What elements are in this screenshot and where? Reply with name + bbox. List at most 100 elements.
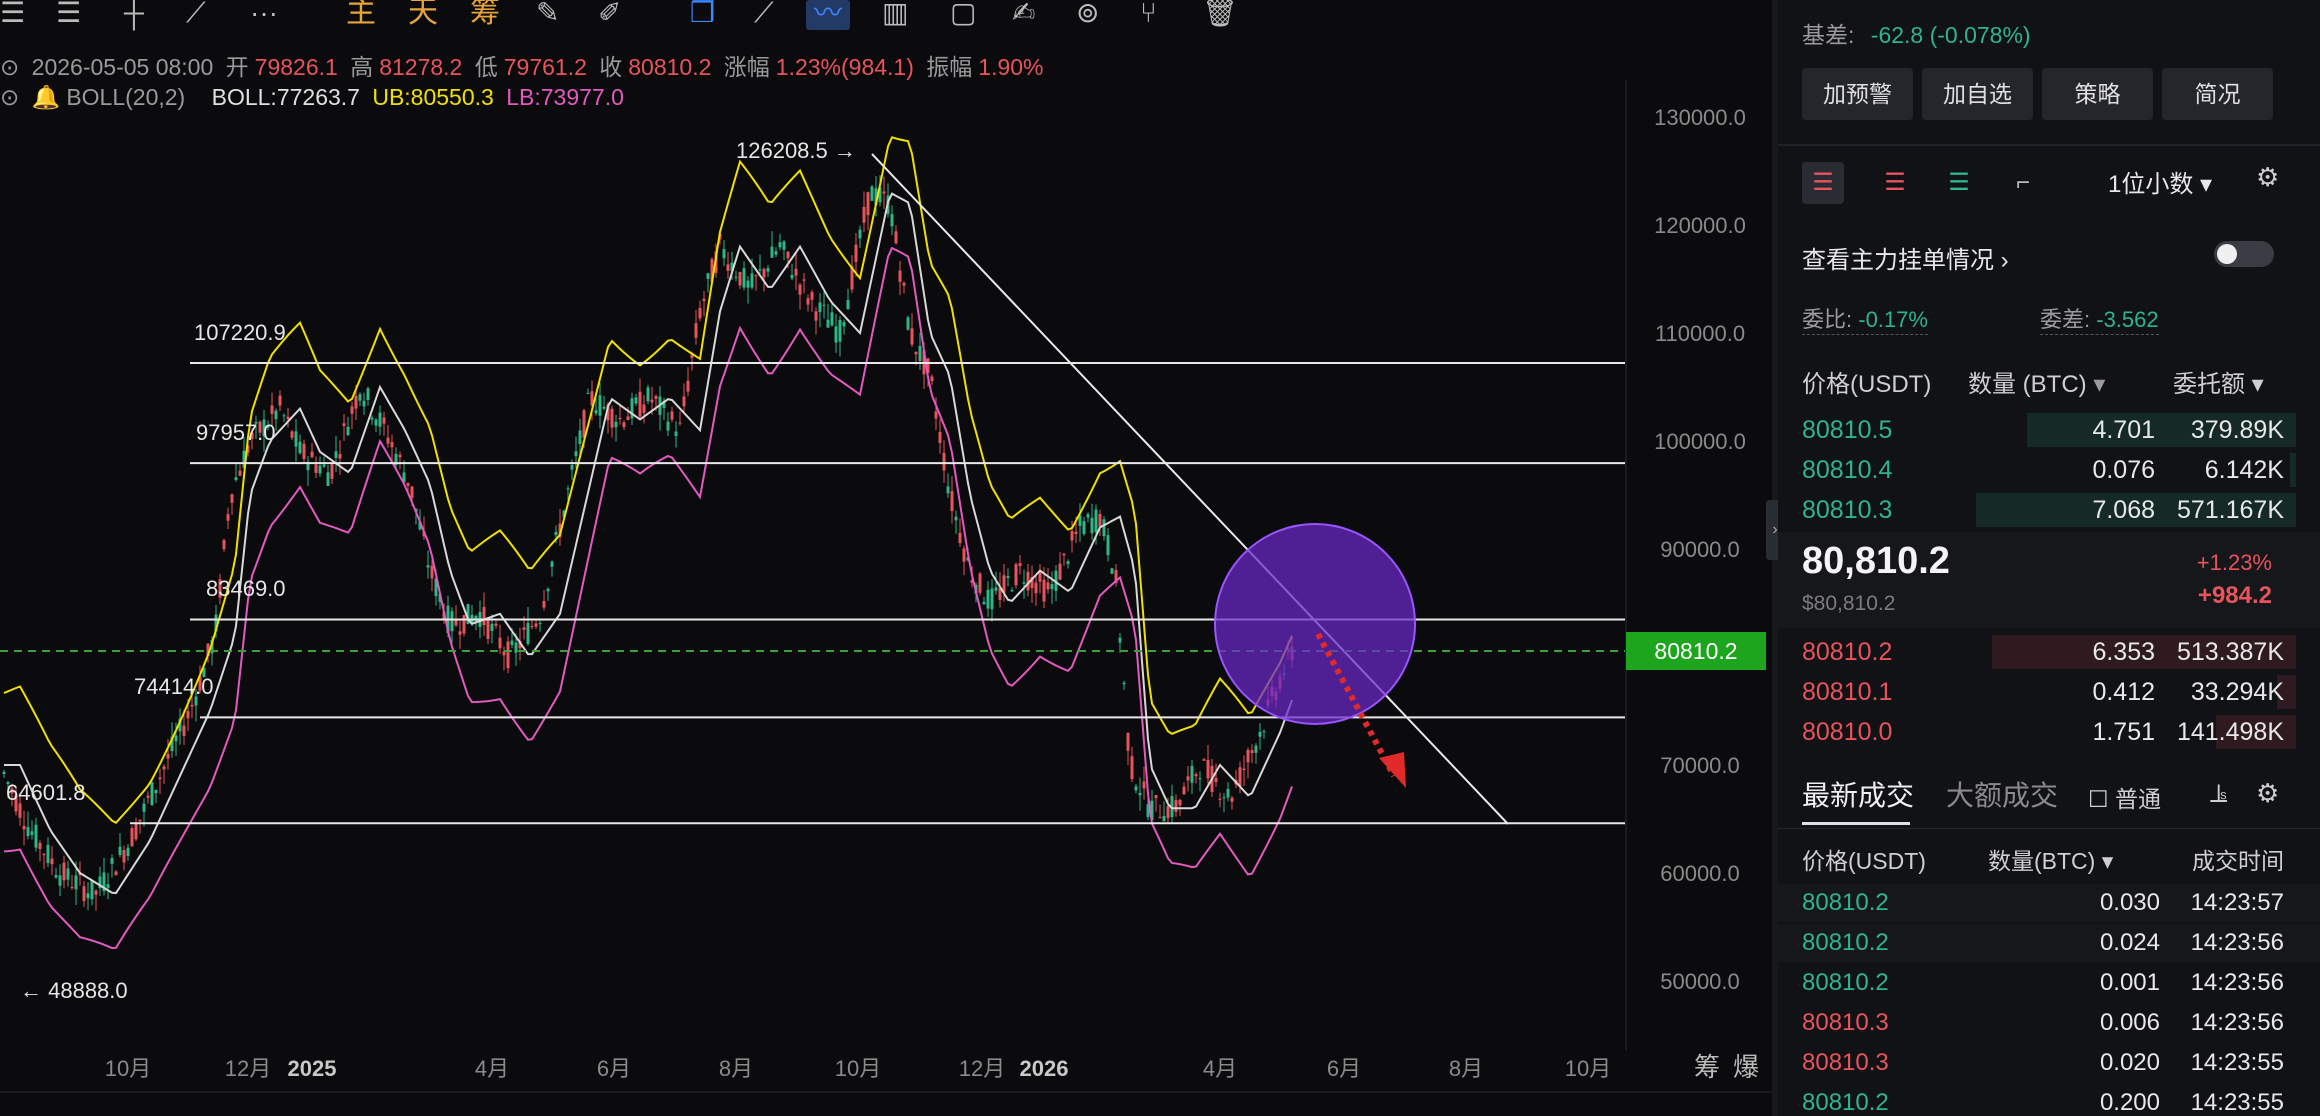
candle-body (862, 206, 866, 223)
candle-body (1202, 759, 1206, 761)
candle-body (274, 410, 278, 420)
candle-body (954, 516, 958, 521)
normal-checkbox[interactable]: ☐ 普通 (2088, 780, 2161, 814)
candle-body (706, 273, 710, 279)
candle-body (638, 391, 642, 417)
settings-icon[interactable]: ⚙ (2256, 778, 2279, 809)
caret-down-icon: ▾ (2101, 848, 2114, 874)
strategy-button[interactable]: 策略 (2042, 68, 2153, 120)
x-tick-label: 10月 (1565, 1056, 1611, 1081)
candle-body (490, 623, 494, 631)
candle-body (890, 214, 894, 227)
pct-change: +1.23% (2196, 550, 2272, 575)
price-annotation: 83469.0 (206, 576, 286, 601)
candle-body (510, 640, 514, 645)
candle-body (1166, 805, 1170, 819)
candle-body (598, 395, 602, 416)
bid-row[interactable]: 80810.0 1.751 141.498K (1778, 713, 2320, 751)
trade-row[interactable]: 80810.2 0.001 14:23:56 (1778, 964, 2320, 1002)
overview-button[interactable]: 简况 (2162, 68, 2273, 120)
boll-mid-line (4, 192, 1293, 895)
candle-body (106, 884, 110, 888)
tab-latest-trades[interactable]: 最新成交 (1802, 774, 1914, 814)
candle-body (338, 453, 342, 459)
candle-body (698, 307, 702, 319)
candle-body (390, 442, 394, 448)
candle-body (978, 573, 982, 593)
orderbook-depth-icon[interactable]: ⌐ (2002, 162, 2044, 204)
ask-row[interactable]: 80810.4 0.076 6.142K (1778, 451, 2320, 489)
diff-label: 委差: (2040, 307, 2091, 332)
last-price-usd: $80,810.2 (1802, 592, 1896, 615)
candle-body (1250, 750, 1254, 754)
candle-body (694, 323, 698, 338)
bid-price: 80810.0 (1802, 718, 1893, 746)
candle-body (1050, 583, 1054, 590)
trade-row[interactable]: 80810.2 0.200 14:23:55 (1778, 1084, 2320, 1116)
trade-row[interactable]: 80810.2 0.024 14:23:56 (1778, 924, 2320, 962)
candle-body (938, 431, 942, 443)
x-tick-label: 2026 (1020, 1056, 1069, 1081)
ob-header-qty[interactable]: 数量 (BTC) ▾ (1968, 364, 2105, 399)
ask-row[interactable]: 80810.5 4.701 379.89K (1778, 411, 2320, 449)
bid-qty: 6.353 (2092, 638, 2155, 666)
candle-body (282, 415, 286, 417)
price-chart[interactable]: 130000.0 120000.0 110000.0 100000.0 90000.0 8… (0, 0, 1772, 1116)
diff-value: -3.562 (2096, 307, 2159, 332)
candle-body (302, 443, 306, 460)
bottom-label-1[interactable]: 筹 (1694, 1052, 1720, 1082)
candle-body (334, 451, 338, 459)
candle-body (1190, 765, 1194, 783)
candle-body (1090, 517, 1094, 534)
main-orders-toggle[interactable] (2214, 241, 2274, 267)
candle-body (958, 532, 962, 544)
candle-body (318, 465, 322, 474)
arrow-head (1379, 752, 1406, 788)
decimal-select[interactable]: 1位小数 ▾ (2108, 164, 2212, 199)
bid-row[interactable]: 80810.1 0.412 33.294K (1778, 673, 2320, 711)
candle-body (566, 488, 570, 490)
candle-body (610, 408, 614, 428)
add-favorite-button[interactable]: 加自选 (1922, 68, 2033, 120)
y-tick-label: 100000.0 (1654, 429, 1746, 454)
candle-body (42, 854, 46, 856)
trendline[interactable] (871, 153, 1509, 825)
orderbook-both-icon[interactable]: ☰ (1802, 162, 1844, 204)
bottom-label-2[interactable]: 爆 (1733, 1052, 1759, 1082)
candle-body (786, 251, 790, 259)
trade-row[interactable]: 80810.3 0.006 14:23:56 (1778, 1004, 2320, 1042)
trade-row[interactable]: 80810.3 0.020 14:23:55 (1778, 1044, 2320, 1082)
trade-header-qty[interactable]: 数量(BTC) ▾ (1988, 842, 2113, 876)
trade-time: 14:23:56 (2190, 1009, 2284, 1036)
candle-body (1246, 749, 1250, 763)
ask-row[interactable]: 80810.3 7.068 571.167K (1778, 491, 2320, 529)
settings-icon[interactable]: ⚙ (2256, 162, 2279, 193)
candle-body (842, 322, 846, 327)
candle-body (62, 862, 66, 881)
trade-price: 80810.2 (1802, 969, 1889, 996)
candle-body (962, 548, 966, 562)
add-alert-button[interactable]: 加预警 (1802, 68, 1913, 120)
ob-header-amount[interactable]: 委托额 ▾ (2173, 364, 2264, 399)
bid-row[interactable]: 80810.2 6.353 513.387K (1778, 633, 2320, 671)
highlight-circle[interactable] (1214, 523, 1416, 725)
candle-body (1018, 563, 1022, 567)
candle-body (1258, 731, 1262, 737)
trade-row[interactable]: 80810.2 0.030 14:23:57 (1778, 884, 2320, 922)
candle-body (94, 890, 98, 895)
candle-body (118, 846, 122, 855)
trade-time: 14:23:56 (2190, 969, 2284, 996)
candle-body (310, 451, 314, 458)
last-price-block: 80,810.2 $80,810.2 +1.23% +984.2 (1778, 532, 2320, 628)
chart-area[interactable]: ☰ ☰ ┼ ⟋ ··· 主 天 筹 ✎ ✐ ❒ ⟋ 〰 ▥ ▢ ✍ ⊚ ⑂ 🗑 … (0, 0, 1772, 1116)
candle-body (374, 419, 378, 426)
candle-body (950, 491, 954, 512)
candle-body (314, 464, 318, 473)
orderbook-bids-icon[interactable]: ☰ (1938, 162, 1980, 204)
price-annotation: 107220.9 (194, 320, 286, 345)
candle-body (230, 494, 234, 503)
filter-icon[interactable]: ⫡ (2210, 778, 2227, 810)
tab-large-trades[interactable]: 大额成交 (1946, 774, 2058, 814)
orderbook-asks-icon[interactable]: ☰ (1874, 162, 1916, 204)
candle-body (1178, 799, 1182, 806)
